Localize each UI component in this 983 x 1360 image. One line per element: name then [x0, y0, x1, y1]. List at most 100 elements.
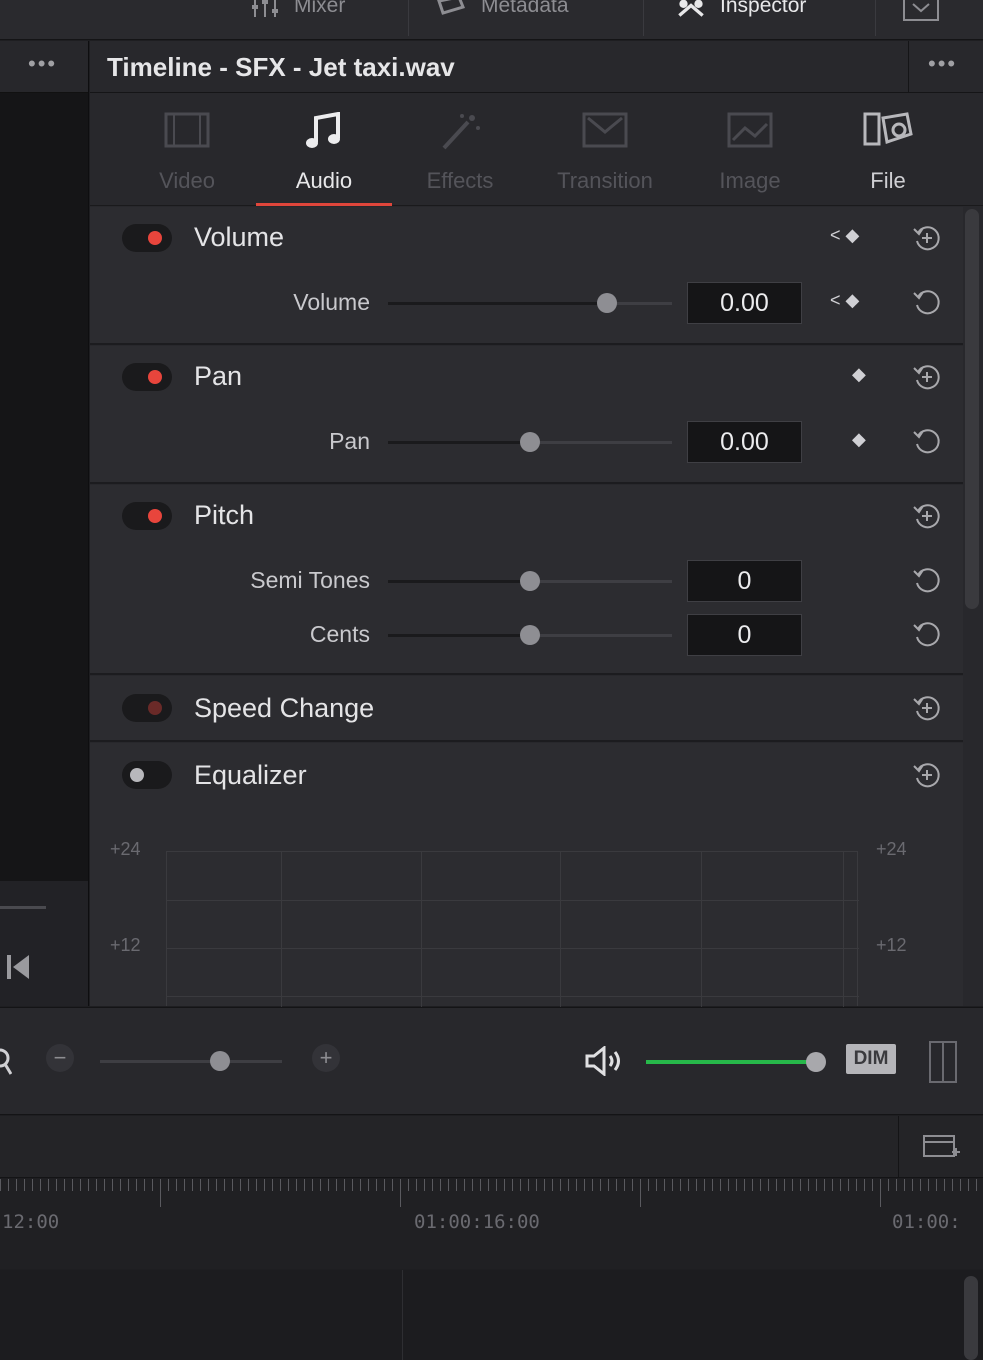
ruler-tick — [568, 1179, 569, 1191]
ruler-tick — [264, 1179, 265, 1191]
inspector-tab[interactable]: Inspector — [676, 0, 806, 32]
zoom-in-button[interactable]: + — [312, 1044, 340, 1072]
ruler-tick — [200, 1179, 201, 1191]
timeline-ruler[interactable]: 12:00 01:00:16:00 01:00: — [0, 1179, 983, 1269]
speed-change-toggle[interactable] — [122, 694, 172, 722]
param-semitones-label: Semi Tones — [250, 567, 370, 593]
slider-knob[interactable] — [520, 625, 540, 645]
pan-value-field[interactable]: 0.00 — [687, 421, 802, 463]
ruler-tick — [648, 1179, 649, 1191]
cents-slider[interactable] — [388, 625, 672, 645]
mixer-tab[interactable]: Mixer — [250, 0, 345, 32]
reset-section-icon[interactable] — [912, 501, 942, 531]
ruler-tick — [520, 1179, 521, 1191]
ruler-tick — [304, 1179, 305, 1191]
tab-file[interactable]: File — [820, 94, 956, 206]
toggle-knob — [148, 509, 162, 523]
semitones-slider[interactable] — [388, 571, 672, 591]
tab-audio[interactable]: Audio — [256, 94, 392, 206]
reset-section-icon[interactable] — [912, 362, 942, 392]
expand-button[interactable] — [903, 0, 939, 27]
speed-change-title: Speed Change — [194, 693, 375, 723]
volume-value-field[interactable]: 0.00 — [687, 282, 802, 324]
keyframe-nav-icon[interactable]: < ◆ — [830, 290, 859, 311]
zoom-slider-knob[interactable] — [210, 1051, 231, 1071]
transition-icon — [582, 112, 628, 148]
slider-knob[interactable] — [596, 293, 617, 313]
slider-knob[interactable] — [520, 571, 540, 591]
volume-knob[interactable] — [806, 1052, 827, 1072]
reset-icon[interactable] — [912, 426, 942, 456]
inspector-label: Inspector — [720, 0, 807, 17]
ruler-tick — [952, 1179, 953, 1191]
ruler-tick — [680, 1179, 681, 1191]
reset-icon[interactable] — [912, 619, 942, 649]
ruler-tick — [584, 1179, 585, 1191]
timecode-label: 01:00: — [892, 1211, 961, 1233]
add-track-icon[interactable] — [922, 1134, 962, 1162]
meter-toggle-icon[interactable] — [928, 1040, 958, 1084]
speaker-icon[interactable] — [584, 1046, 624, 1076]
ruler-tick — [824, 1179, 825, 1191]
ruler-tick — [896, 1179, 897, 1191]
ruler-tick — [776, 1179, 777, 1191]
dim-button[interactable]: DIM — [846, 1044, 896, 1074]
tab-image[interactable]: Image — [682, 94, 818, 206]
more-options-icon[interactable]: ••• — [28, 53, 57, 75]
timeline-scrollbar[interactable] — [964, 1276, 978, 1360]
reset-section-icon[interactable] — [912, 760, 942, 790]
reset-icon[interactable] — [912, 287, 942, 317]
volume-slider[interactable] — [388, 293, 672, 313]
semitones-value-field[interactable]: 0 — [687, 560, 802, 602]
reset-section-icon[interactable] — [912, 223, 942, 253]
equalizer-toggle[interactable] — [122, 761, 172, 789]
slider-knob[interactable] — [520, 432, 540, 452]
ruler-tick — [96, 1179, 97, 1191]
volume-toggle[interactable] — [122, 224, 172, 252]
ruler-tick — [184, 1179, 185, 1191]
ruler-tick — [560, 1179, 561, 1191]
reset-section-icon[interactable] — [912, 693, 942, 723]
equalizer-graph[interactable] — [166, 851, 859, 1007]
ruler-tick — [672, 1179, 673, 1191]
toggle-knob — [148, 231, 162, 245]
ruler-tick — [272, 1179, 273, 1191]
ruler-tick — [752, 1179, 753, 1191]
inspector-panel: Timeline - SFX - Jet taxi.wav ••• Video … — [90, 41, 983, 1007]
timeline-tracks[interactable] — [0, 1270, 983, 1360]
active-tab-indicator — [256, 203, 392, 206]
eq-scale-label: +12 — [110, 935, 141, 955]
keyframe-nav-icon[interactable]: < ◆ — [830, 225, 859, 246]
ruler-tick — [32, 1179, 33, 1191]
scrub-bar[interactable] — [0, 906, 46, 909]
pan-slider[interactable] — [388, 432, 672, 452]
mixer-label: Mixer — [294, 0, 346, 17]
skip-to-start-icon[interactable] — [5, 953, 31, 981]
zoom-out-button[interactable]: − — [46, 1044, 74, 1072]
keyframe-icon[interactable]: ◆ — [852, 429, 866, 450]
ruler-tick — [592, 1179, 593, 1191]
metadata-tab[interactable]: Metadata — [437, 0, 569, 32]
cents-value-field[interactable]: 0 — [687, 614, 802, 656]
pan-toggle[interactable] — [122, 363, 172, 391]
inspector-scrollbar[interactable] — [965, 209, 979, 609]
ruler-tick — [848, 1179, 849, 1191]
ruler-tick — [576, 1179, 577, 1191]
keyframe-icon[interactable]: ◆ — [852, 364, 866, 385]
monitor-volume-slider[interactable] — [646, 1052, 827, 1072]
tab-transition[interactable]: Transition — [537, 94, 673, 206]
tab-effects[interactable]: Effects — [392, 94, 528, 206]
ruler-tick — [608, 1179, 609, 1191]
ruler-tick — [936, 1179, 937, 1191]
pitch-toggle[interactable] — [122, 502, 172, 530]
zoom-slider[interactable] — [100, 1051, 282, 1071]
tab-video[interactable]: Video — [119, 94, 255, 206]
inspector-options-icon[interactable]: ••• — [928, 53, 957, 75]
eq-grid-line — [281, 852, 282, 1007]
eq-grid-line — [167, 900, 859, 901]
zoom-icon[interactable] — [0, 1044, 12, 1080]
ruler-tick — [912, 1179, 913, 1191]
reset-icon[interactable] — [912, 565, 942, 595]
ruler-tick — [312, 1179, 313, 1191]
ruler-tick — [80, 1179, 81, 1191]
